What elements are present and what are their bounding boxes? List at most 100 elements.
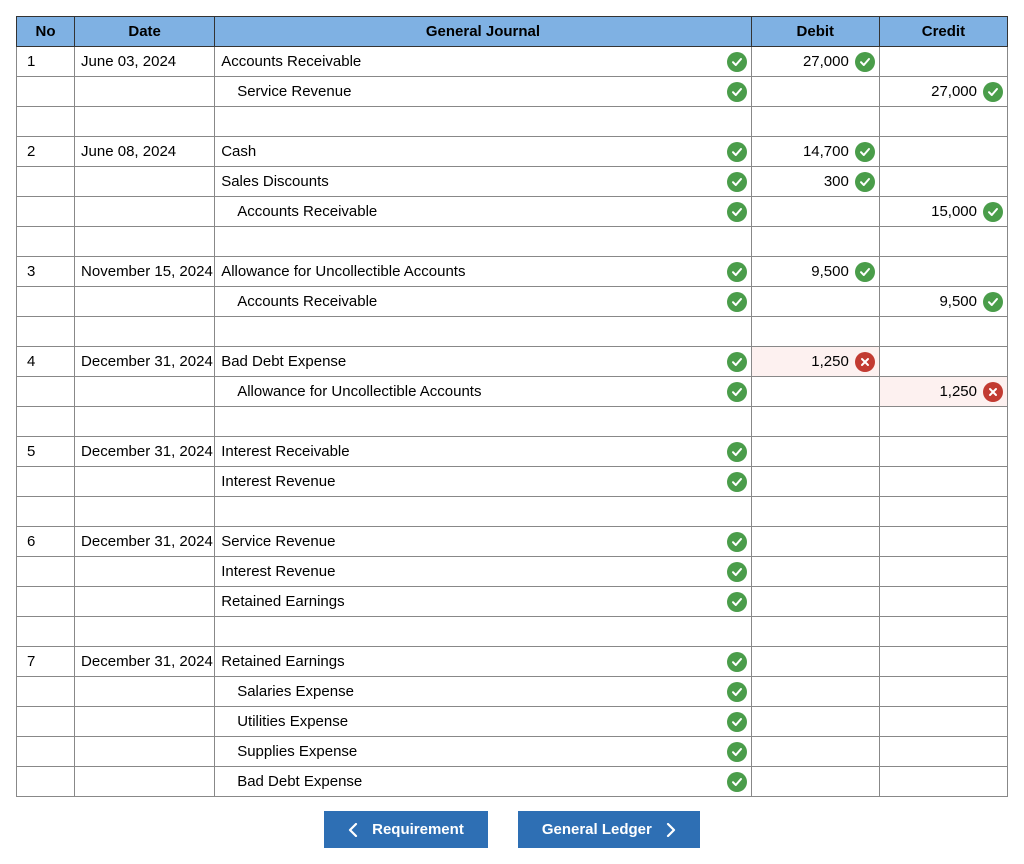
cell-debit[interactable] — [751, 527, 879, 557]
cell-no: 5 — [17, 437, 75, 467]
cell-credit[interactable] — [879, 167, 1007, 197]
cell-account[interactable]: Cash — [215, 137, 752, 167]
cell-account[interactable]: Retained Earnings — [215, 587, 752, 617]
check-icon — [727, 562, 747, 582]
cell-credit[interactable] — [879, 707, 1007, 737]
cell-account[interactable]: Accounts Receivable — [215, 287, 752, 317]
cell-account[interactable]: Interest Receivable — [215, 437, 752, 467]
cell-account[interactable]: Allowance for Uncollectible Accounts — [215, 377, 752, 407]
cell-account[interactable]: Retained Earnings — [215, 647, 752, 677]
cell-account[interactable]: Supplies Expense — [215, 737, 752, 767]
table-row: 2June 08, 2024Cash14,700 — [17, 137, 1008, 167]
cell-credit[interactable] — [879, 737, 1007, 767]
check-icon — [727, 772, 747, 792]
cell-debit[interactable]: 300 — [751, 167, 879, 197]
cell-credit[interactable] — [879, 347, 1007, 377]
debit-value: 9,500 — [811, 263, 849, 280]
cell-credit[interactable]: 9,500 — [879, 287, 1007, 317]
table-row: 6December 31, 2024Service Revenue — [17, 527, 1008, 557]
cell-account[interactable]: Bad Debt Expense — [215, 347, 752, 377]
cell-date — [75, 167, 215, 197]
cell-account[interactable]: Bad Debt Expense — [215, 767, 752, 797]
cell-no — [17, 767, 75, 797]
cell-date — [75, 467, 215, 497]
cell-debit[interactable] — [751, 197, 879, 227]
cell-account[interactable]: Service Revenue — [215, 77, 752, 107]
cell-credit[interactable] — [879, 647, 1007, 677]
table-row: Accounts Receivable 15,000 — [17, 197, 1008, 227]
cell-debit[interactable] — [751, 707, 879, 737]
cell-date: June 03, 2024 — [75, 47, 215, 77]
account-label: Interest Receivable — [221, 443, 349, 460]
cell-credit[interactable]: 27,000 — [879, 77, 1007, 107]
cell-debit[interactable] — [751, 677, 879, 707]
cell-account[interactable]: Accounts Receivable — [215, 197, 752, 227]
cross-icon — [983, 382, 1003, 402]
cell-debit[interactable]: 14,700 — [751, 137, 879, 167]
cell-credit[interactable] — [879, 767, 1007, 797]
account-label: Bad Debt Expense — [221, 773, 362, 790]
cell-date: December 31, 2024 — [75, 437, 215, 467]
cell-debit[interactable]: 27,000 — [751, 47, 879, 77]
account-label: Interest Revenue — [221, 563, 335, 580]
cell-credit[interactable] — [879, 587, 1007, 617]
cell-debit[interactable] — [751, 377, 879, 407]
check-icon — [727, 682, 747, 702]
next-button[interactable]: General Ledger — [518, 811, 700, 848]
cell-credit[interactable] — [879, 677, 1007, 707]
cell-no — [17, 77, 75, 107]
cell-credit[interactable] — [879, 557, 1007, 587]
cell-debit[interactable]: 1,250 — [751, 347, 879, 377]
table-row: Allowance for Uncollectible Accounts 1,25… — [17, 377, 1008, 407]
cell-no — [17, 287, 75, 317]
cell-account[interactable]: Interest Revenue — [215, 557, 752, 587]
cell-debit[interactable] — [751, 767, 879, 797]
cell-debit[interactable]: 9,500 — [751, 257, 879, 287]
account-label: Sales Discounts — [221, 173, 329, 190]
cell-date — [75, 77, 215, 107]
cell-debit[interactable] — [751, 737, 879, 767]
cell-account[interactable]: Sales Discounts — [215, 167, 752, 197]
cell-no: 1 — [17, 47, 75, 77]
cell-debit[interactable] — [751, 647, 879, 677]
cell-credit[interactable] — [879, 527, 1007, 557]
cell-account[interactable]: Accounts Receivable — [215, 47, 752, 77]
cell-credit[interactable] — [879, 47, 1007, 77]
table-row: Supplies Expense — [17, 737, 1008, 767]
credit-value: 9,500 — [939, 293, 977, 310]
cell-debit[interactable] — [751, 437, 879, 467]
header-no: No — [17, 17, 75, 47]
cell-no — [17, 377, 75, 407]
check-icon — [727, 382, 747, 402]
blank-row — [17, 407, 1008, 437]
account-label: Allowance for Uncollectible Accounts — [221, 383, 481, 400]
cell-account[interactable]: Interest Revenue — [215, 467, 752, 497]
cell-credit[interactable] — [879, 437, 1007, 467]
check-icon — [855, 262, 875, 282]
header-row: No Date General Journal Debit Credit — [17, 17, 1008, 47]
next-label: General Ledger — [542, 821, 652, 838]
cell-debit[interactable] — [751, 287, 879, 317]
check-icon — [727, 652, 747, 672]
cell-account[interactable]: Salaries Expense — [215, 677, 752, 707]
check-icon — [983, 202, 1003, 222]
cell-credit[interactable] — [879, 137, 1007, 167]
blank-row — [17, 107, 1008, 137]
cell-credit[interactable] — [879, 257, 1007, 287]
cell-account[interactable]: Utilities Expense — [215, 707, 752, 737]
cell-no — [17, 467, 75, 497]
prev-button[interactable]: Requirement — [324, 811, 488, 848]
cell-debit[interactable] — [751, 587, 879, 617]
cell-account[interactable]: Allowance for Uncollectible Accounts — [215, 257, 752, 287]
cell-account[interactable]: Service Revenue — [215, 527, 752, 557]
cell-credit[interactable] — [879, 467, 1007, 497]
check-icon — [727, 202, 747, 222]
cell-credit[interactable]: 15,000 — [879, 197, 1007, 227]
cell-debit[interactable] — [751, 77, 879, 107]
cell-debit[interactable] — [751, 557, 879, 587]
cell-credit[interactable]: 1,250 — [879, 377, 1007, 407]
cell-debit[interactable] — [751, 467, 879, 497]
cell-no: 6 — [17, 527, 75, 557]
header-date: Date — [75, 17, 215, 47]
journal-table: No Date General Journal Debit Credit 1Ju… — [16, 16, 1008, 797]
